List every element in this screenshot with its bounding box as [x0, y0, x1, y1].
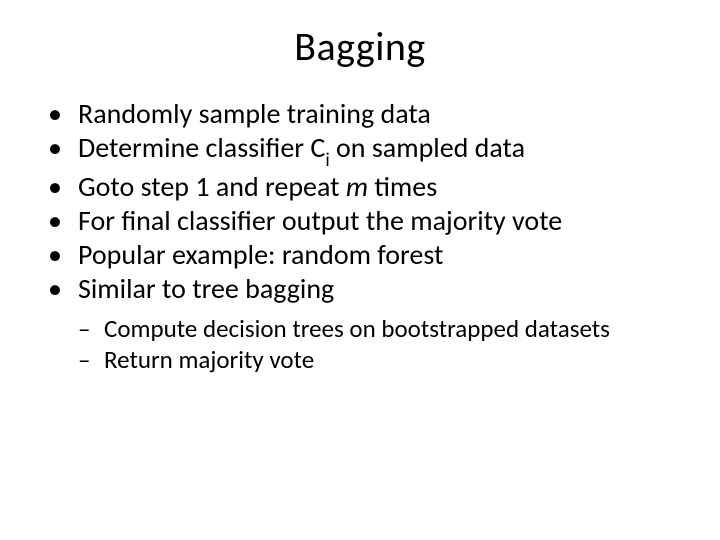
bullet-item: Goto step 1 and repeat m times	[44, 170, 688, 204]
bullet-text: times	[368, 169, 437, 204]
main-bullet-list: Randomly sample training data Determine …	[32, 97, 688, 307]
sub-bullet-item: Return majority vote	[78, 344, 688, 375]
bullet-text: For final classifier output the majority…	[78, 203, 562, 238]
bullet-text: Goto step 1 and repeat	[78, 169, 346, 204]
bullet-text: Popular example: random forest	[78, 237, 443, 272]
slide-title: Bagging	[32, 22, 688, 71]
bullet-text: on sampled data	[330, 130, 525, 165]
bullet-text: Return majority vote	[104, 344, 314, 375]
bullet-item: Randomly sample training data	[44, 97, 688, 131]
bullet-item: For final classifier output the majority…	[44, 204, 688, 238]
bullet-text: Randomly sample training data	[78, 96, 431, 131]
sub-bullet-item: Compute decision trees on bootstrapped d…	[78, 313, 688, 344]
bullet-item: Determine classifier Ci on sampled data	[44, 131, 688, 170]
sub-bullet-list: Compute decision trees on bootstrapped d…	[32, 313, 688, 376]
bullet-item: Similar to tree bagging	[44, 272, 688, 306]
bullet-text: Compute decision trees on bootstrapped d…	[104, 313, 610, 344]
bullet-text: Determine classifier C	[78, 130, 325, 165]
bullet-text: Similar to tree bagging	[78, 271, 334, 306]
italic-text: m	[346, 169, 368, 204]
slide: Bagging Randomly sample training data De…	[0, 0, 720, 540]
bullet-item: Popular example: random forest	[44, 238, 688, 272]
